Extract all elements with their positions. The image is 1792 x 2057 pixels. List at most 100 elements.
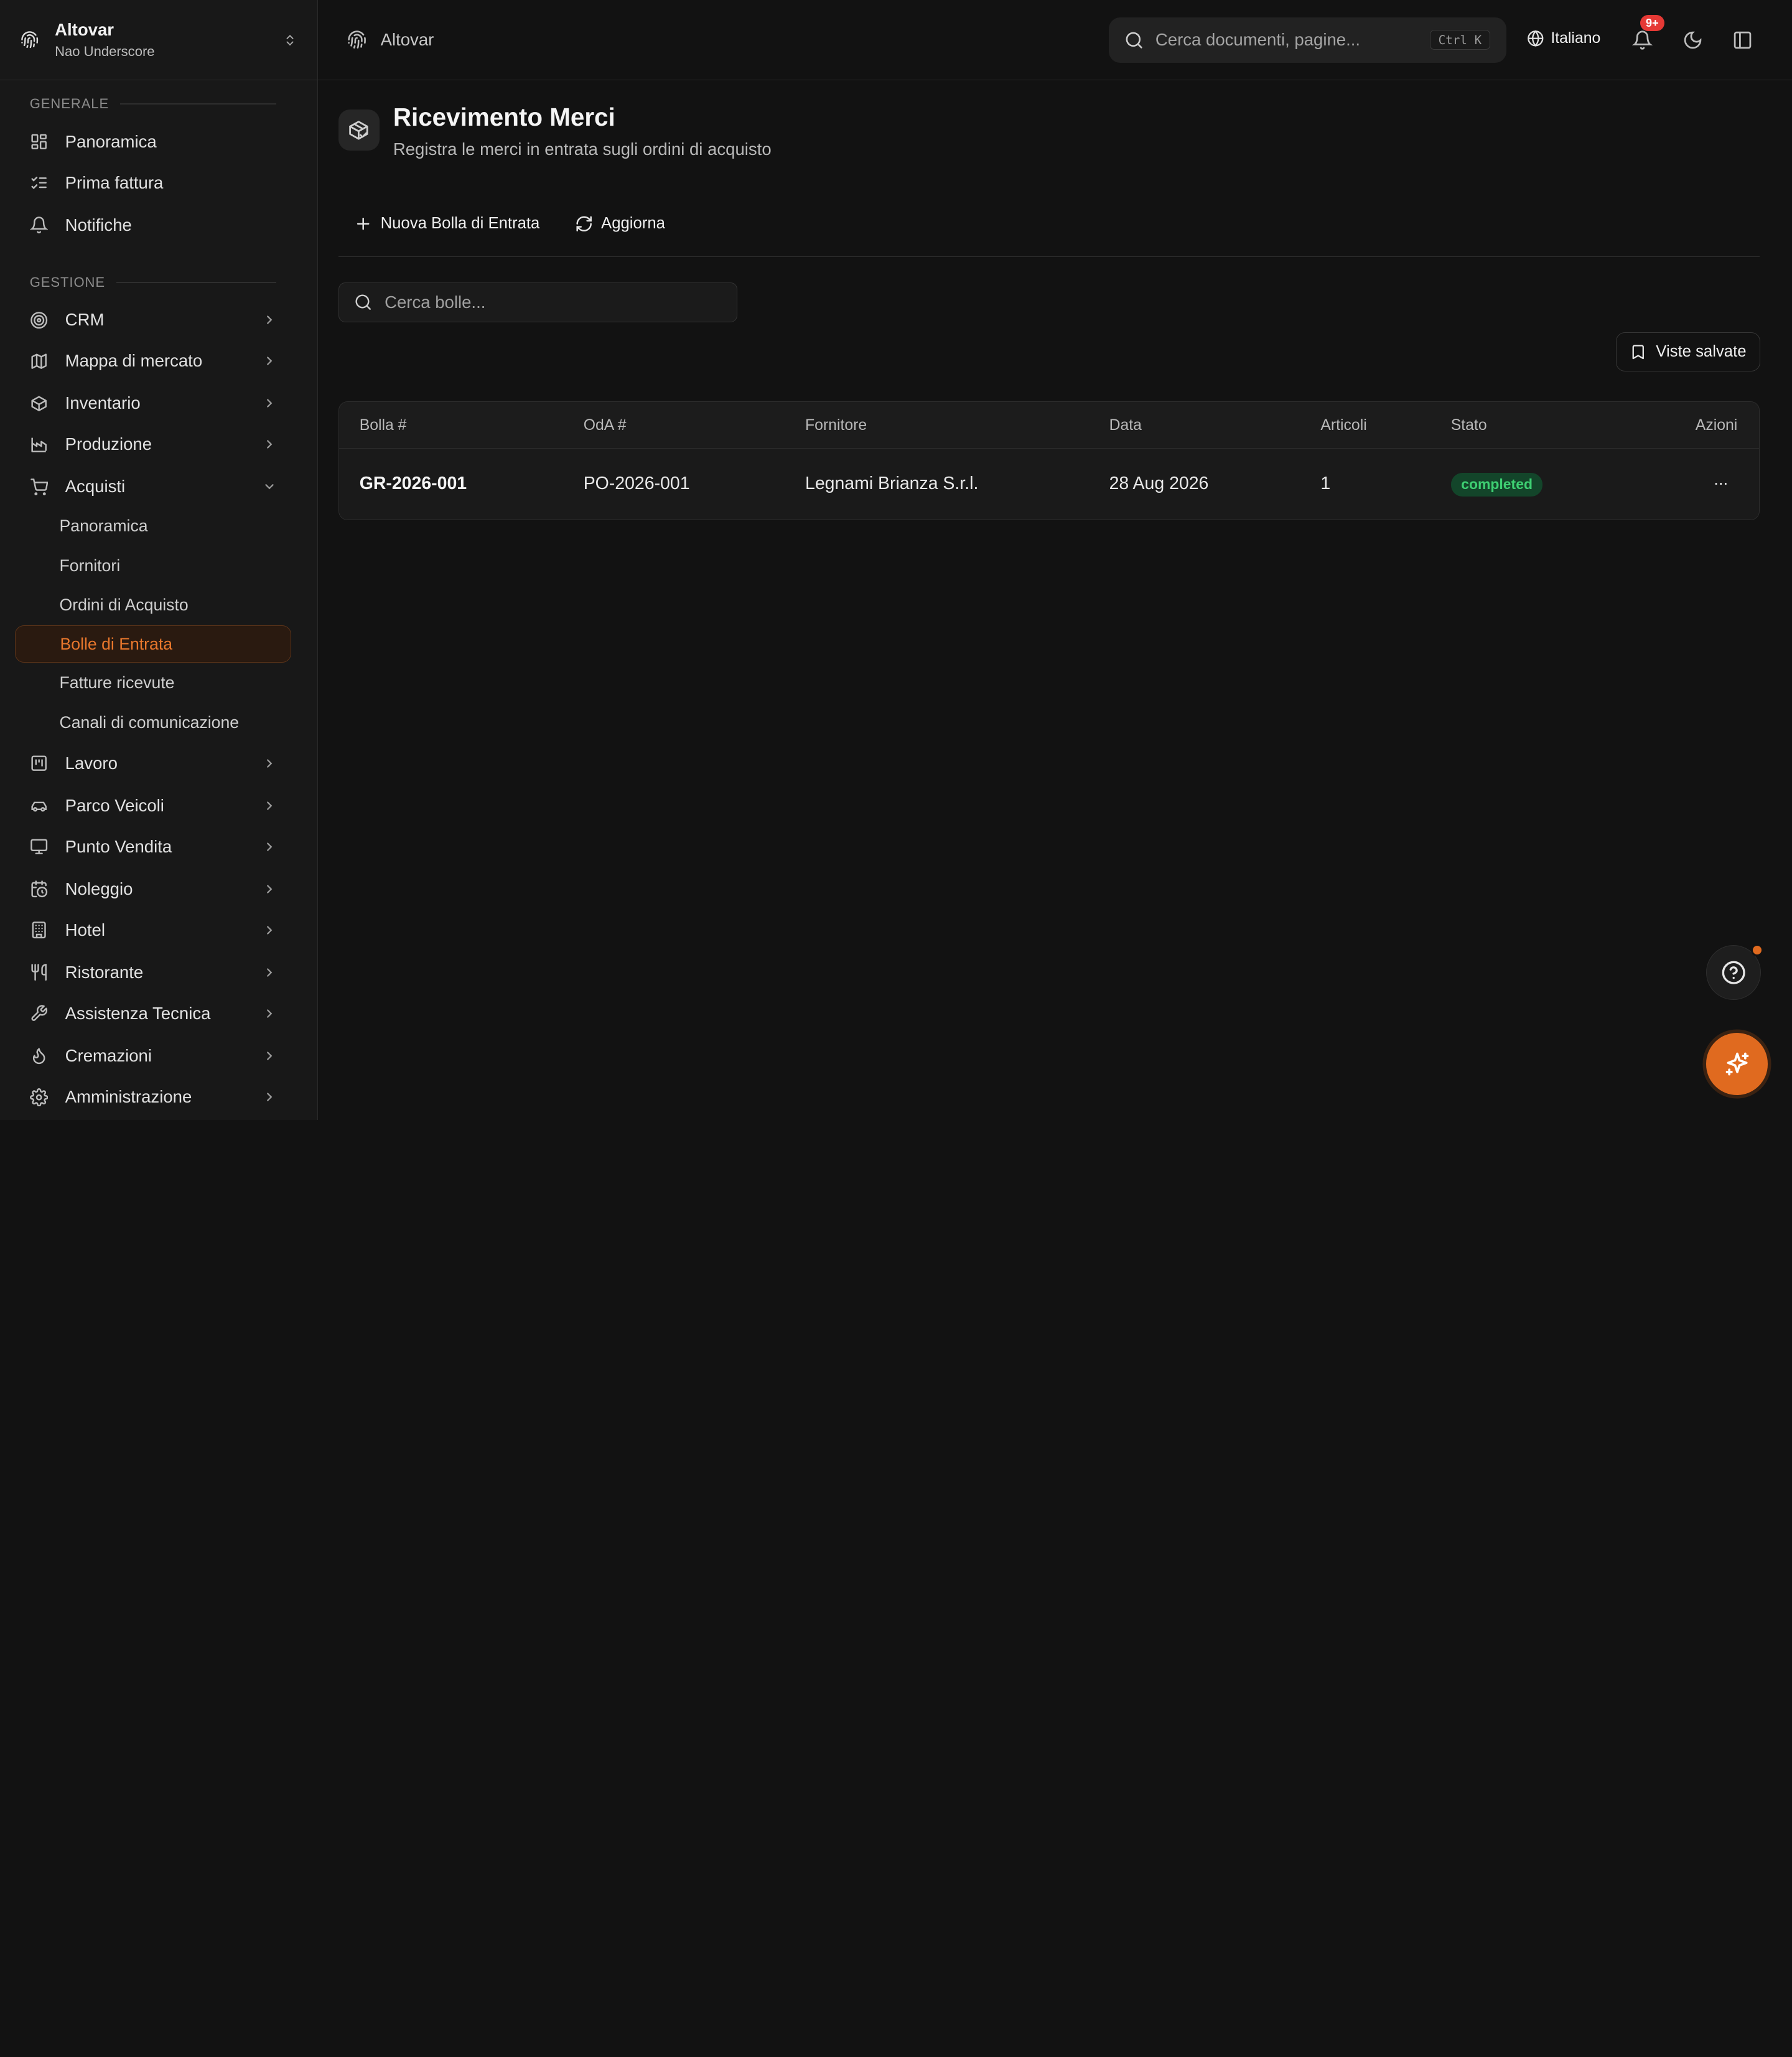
new-receipt-button[interactable]: Nuova Bolla di Entrata	[354, 215, 539, 233]
chevron-right-icon	[263, 1090, 276, 1104]
chevrons-up-down-icon	[283, 31, 297, 49]
sidebar-item-label: Notifiche	[65, 215, 132, 235]
sidebar-subitem-fornitori[interactable]: Fornitori	[60, 556, 121, 576]
chevron-right-icon	[263, 799, 276, 813]
ai-assistant-button[interactable]	[1706, 1033, 1768, 1095]
breadcrumb-label: Altovar	[380, 29, 434, 49]
package-check-icon	[338, 110, 380, 151]
map-icon	[30, 352, 48, 370]
breadcrumb[interactable]: Altovar	[347, 30, 434, 50]
sidebar-item-acquisti[interactable]: Acquisti	[30, 470, 279, 504]
sidebar-subitem-bolle-di-entrata[interactable]: Bolle di Entrata	[14, 625, 292, 663]
cell-bolla: GR-2026-001	[359, 473, 467, 494]
sidebar-subitem-label: Bolle di Entrata	[60, 635, 173, 654]
app-root: Altovar Nao Underscore GENERALE Panorami…	[0, 0, 1792, 1120]
receipts-search	[338, 282, 737, 322]
column-header-stato[interactable]: Stato	[1451, 417, 1487, 434]
cell-data: 28 Aug 2026	[1109, 473, 1209, 494]
sidebar-item-amministrazione[interactable]: Amministrazione	[29, 1080, 279, 1114]
sidebar-item-crm[interactable]: CRM	[30, 303, 279, 337]
section-label-general: GENERALE	[30, 96, 277, 112]
workspace-switcher[interactable]: Altovar Nao Underscore	[0, 0, 317, 80]
section-label-management: GESTIONE	[30, 274, 277, 291]
sidebar-item-panoramica[interactable]: Panoramica	[30, 124, 279, 159]
new-receipt-label: Nuova Bolla di Entrata	[380, 215, 540, 233]
sidebar-subitem-canali-di-comunicazione[interactable]: Canali di comunicazione	[60, 713, 240, 732]
row-actions-button[interactable]: ...	[1714, 469, 1728, 489]
notification-badge: 9+	[1640, 14, 1664, 31]
chevron-right-icon	[263, 966, 276, 979]
chevron-right-icon	[263, 396, 276, 410]
plus-icon	[354, 215, 372, 233]
theme-toggle-button[interactable]	[1682, 30, 1703, 50]
saved-views-button[interactable]: Viste salvate	[1616, 332, 1760, 371]
sidebar-item-punto-vendita[interactable]: Punto Vendita	[30, 829, 279, 864]
sidebar-subitem-fatture-ricevute[interactable]: Fatture ricevute	[60, 673, 175, 693]
cell-oda: PO-2026-001	[583, 473, 690, 494]
notifications-button[interactable]	[1631, 30, 1653, 50]
global-search[interactable]: Cerca documenti, pagine... Ctrl K	[1108, 17, 1506, 63]
checklist-icon	[30, 174, 48, 192]
column-header-data[interactable]: Data	[1109, 417, 1142, 434]
refresh-icon	[575, 215, 593, 233]
page-subtitle: Registra le merci in entrata sugli ordin…	[393, 139, 772, 159]
sidebar-item-produzione[interactable]: Produzione	[30, 427, 279, 462]
calendar-clock-icon	[30, 880, 48, 898]
sidebar-subitem-ordini-di-acquisto[interactable]: Ordini di Acquisto	[60, 595, 189, 615]
column-header-bolla[interactable]: Bolla #	[360, 417, 407, 434]
sidebar-item-label: Inventario	[65, 393, 141, 413]
bell-icon	[29, 216, 49, 234]
workspace-title: Altovar	[55, 20, 114, 40]
chevron-right-icon	[263, 840, 276, 854]
refresh-button[interactable]: Aggiorna	[575, 215, 665, 233]
table-header: Bolla # OdA # Fornitore Data Articoli St…	[338, 401, 1760, 449]
column-header-oda[interactable]: OdA #	[584, 417, 627, 434]
sidebar-subitem-panoramica[interactable]: Panoramica	[60, 516, 148, 536]
sparkles-icon	[1725, 1052, 1749, 1076]
sidebar-item-cremazioni[interactable]: Cremazioni	[30, 1039, 279, 1073]
status-badge: completed	[1450, 472, 1543, 497]
sidebar-item-mappa-di-mercato[interactable]: Mappa di mercato	[30, 344, 279, 378]
table-row[interactable]: GR-2026-001 PO-2026-001 Legnami Brianza …	[338, 448, 1760, 520]
kanban-icon	[30, 754, 48, 772]
sidebar-item-prima-fattura[interactable]: Prima fattura	[30, 166, 279, 200]
sidebar-toggle-button[interactable]	[1732, 30, 1753, 50]
page-toolbar: Nuova Bolla di Entrata Aggiorna	[338, 203, 1760, 258]
sidebar: Altovar Nao Underscore GENERALE Panorami…	[0, 0, 318, 1120]
chevron-right-icon	[263, 882, 276, 896]
sidebar-item-label: Parco Veicoli	[65, 795, 164, 815]
sidebar-item-hotel[interactable]: Hotel	[30, 913, 279, 948]
receipts-search-input[interactable]	[385, 292, 716, 312]
car-icon	[30, 796, 48, 814]
sidebar-item-lavoro[interactable]: Lavoro	[30, 746, 279, 780]
gear-icon	[29, 1088, 49, 1106]
topbar: Altovar Cerca documenti, pagine... Ctrl …	[317, 0, 1792, 80]
wrench-icon	[30, 1004, 48, 1022]
cart-icon	[30, 478, 49, 496]
chevron-right-icon	[263, 437, 276, 451]
bookmark-icon	[1630, 343, 1647, 361]
column-header-articoli[interactable]: Articoli	[1320, 417, 1366, 434]
sidebar-item-label: Hotel	[65, 920, 105, 940]
search-icon	[1124, 30, 1144, 50]
sidebar-item-assistenza-tecnica[interactable]: Assistenza Tecnica	[30, 997, 279, 1031]
sidebar-item-ristorante[interactable]: Ristorante	[30, 955, 279, 989]
column-header-fornitore[interactable]: Fornitore	[805, 417, 867, 434]
bell-icon	[1631, 30, 1653, 50]
panel-left-icon	[1734, 31, 1752, 49]
sidebar-item-notifiche[interactable]: Notifiche	[29, 208, 279, 242]
main-content: Altovar Cerca documenti, pagine... Ctrl …	[317, 0, 1792, 1120]
language-selector[interactable]: Italiano	[1527, 30, 1600, 47]
chevron-right-icon	[263, 1007, 276, 1020]
global-search-placeholder: Cerca documenti, pagine...	[1155, 30, 1361, 50]
page-title: Ricevimento Merci	[393, 103, 615, 132]
sidebar-item-label: Amministrazione	[65, 1087, 192, 1107]
sidebar-item-parco-veicoli[interactable]: Parco Veicoli	[30, 788, 279, 823]
moon-icon	[1684, 31, 1701, 49]
cell-fornitore: Legnami Brianza S.r.l.	[805, 473, 979, 494]
sidebar-item-noleggio[interactable]: Noleggio	[30, 872, 279, 906]
sidebar-item-inventario[interactable]: Inventario	[30, 386, 279, 421]
package-icon	[30, 394, 48, 413]
receipts-table: Bolla # OdA # Fornitore Data Articoli St…	[338, 401, 1760, 520]
dashboard-icon	[30, 133, 48, 151]
